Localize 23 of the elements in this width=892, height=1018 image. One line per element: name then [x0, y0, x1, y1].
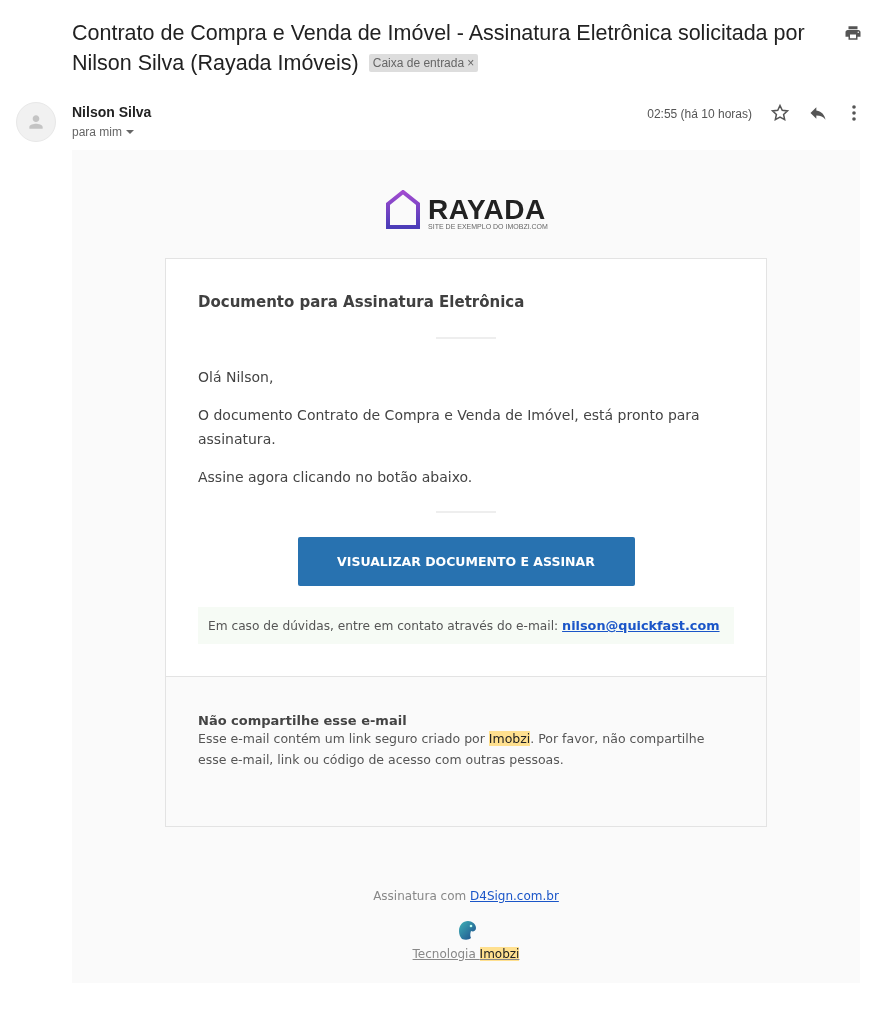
label-text: Caixa de entrada — [372, 55, 465, 71]
caret-icon — [126, 130, 134, 134]
email-link[interactable]: nilson@quickfast.com — [562, 618, 720, 633]
notice-title: Não compartilhe esse e-mail — [198, 713, 408, 728]
paragraph: Assine agora clicando no botão abaixo. — [198, 468, 474, 487]
greeting: Olá Nilson, — [198, 368, 275, 387]
signature-label: Assinatura com — [373, 889, 467, 903]
contact-text: Em caso de dúvidas, entre em contato através do e-mail: — [208, 619, 559, 633]
sender-name: Nilson Silva — [72, 104, 152, 120]
recipient-dropdown[interactable]: para mim — [72, 125, 134, 139]
star-icon[interactable] — [770, 103, 790, 123]
email-heading: Documento para Assinatura Eletrônica — [198, 293, 526, 311]
d4sign-link[interactable]: D4Sign.com.br — [470, 889, 559, 903]
sign-document-button[interactable]: VISUALIZAR DOCUMENTO E ASSINAR — [297, 537, 635, 586]
logo-name: RAYADA — [428, 197, 546, 223]
print-icon[interactable] — [844, 24, 862, 42]
remove-label-button[interactable]: × — [467, 55, 475, 71]
paragraph: O documento Contrato de Compra e Venda de Imóvel, está pronto para assinatura. — [198, 406, 701, 449]
imobzi-link[interactable]: Tecnologia Imobzi — [412, 947, 520, 961]
email-subject: Contrato de Compra e Venda de Imóvel - Assinatura Eletrônica solicitada por Nilson Silva (Rayada Imóveis) Caixa de entrada × — [72, 20, 806, 77]
message-time: 02:55 (há 10 horas) — [647, 107, 752, 121]
notice-text: Esse e-mail contém um link seguro criado por Imobzi. Por favor, não compartilhe esse e-mail, link ou código de acesso com outras pessoas. — [198, 730, 706, 769]
house-logo-icon — [384, 190, 423, 230]
